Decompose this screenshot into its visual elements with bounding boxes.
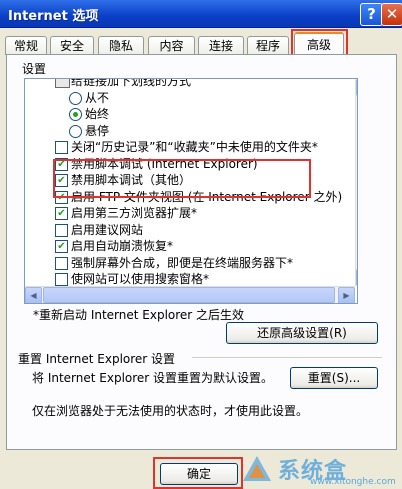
radio-option[interactable]: 从不 [25,90,355,107]
help-button[interactable]: ? [360,3,383,26]
settings-checkbox-row[interactable]: 启用建议网站 [25,222,355,239]
folder-icon [55,79,70,88]
checkbox-icon[interactable] [55,141,68,154]
group-divider [192,357,382,358]
scroll-thumb[interactable] [357,211,358,235]
brand-logo-icon [243,456,271,481]
settings-category: 给链接加下划线的方式 [25,78,355,90]
script-debug-highlight-box [53,159,311,198]
setting-label: 给链接加下划线的方式 [71,78,192,88]
tab-programs[interactable]: 程序 [247,36,289,55]
hscroll-thumb[interactable] [43,287,335,303]
window-title: Internet 选项 [8,9,99,24]
scroll-right-icon[interactable]: ▶ [338,287,355,303]
checkbox-icon[interactable]: ✔ [55,240,68,253]
checkbox-icon[interactable] [55,256,68,270]
tab-general[interactable]: 常规 [5,36,47,55]
settings-checkbox-row[interactable]: ✔ 启用第三方浏览器扩展* [25,205,355,222]
checkbox-icon[interactable] [55,273,68,286]
scroll-left-icon[interactable]: ◀ [25,287,42,303]
horizontal-scrollbar[interactable]: ◀ ▶ [25,286,355,303]
radio-option[interactable]: 始终 [25,106,355,123]
vertical-scrollbar[interactable]: ▲ ▼ [355,79,358,286]
setting-label: 强制屏幕外合成，即便是在终端服务器下* [71,255,294,270]
close-button[interactable]: ✕ [381,3,402,26]
setting-label: 启用第三方浏览器扩展* [71,206,198,220]
tab-privacy[interactable]: 隐私 [98,36,144,55]
setting-label: 始终 [85,107,110,121]
checkbox-icon[interactable] [55,223,68,237]
radio-icon[interactable] [69,124,82,138]
setting-label: 悬停 [85,123,110,138]
scroll-up-icon[interactable]: ▲ [356,79,357,96]
checkbox-icon[interactable]: ✔ [55,207,68,220]
setting-label: 启用自动崩溃恢复* [71,239,174,253]
settings-checkbox-row[interactable]: 关闭“历史记录”和“收藏夹”中未使用的文件夹* [25,139,355,156]
settings-group-label: 设置 [20,60,49,77]
setting-label: 启用建议网站 [71,222,144,237]
tab-security[interactable]: 安全 [50,36,94,55]
restore-advanced-button[interactable]: 还原高级设置(R) [226,322,378,344]
reset-group-label: 重置 Internet Explorer 设置 [18,352,176,366]
scroll-down-icon[interactable]: ▼ [356,269,357,286]
title-bar: Internet 选项 ? ✕ [0,0,402,28]
reset-button[interactable]: 重置(S)... [290,367,378,389]
radio-icon[interactable] [69,91,82,105]
restart-footnote: *重新启动 Internet Explorer 之后生效 [33,308,245,322]
reset-description: 将 Internet Explorer 设置重置为默认设置。 [32,371,274,385]
settings-checkbox-row[interactable]: 强制屏幕外合成，即便是在终端服务器下* [25,255,355,272]
setting-label: 关闭“历史记录”和“收藏夹”中未使用的文件夹* [71,140,318,154]
watermark: 系统盒 www.xitonghe.com [240,453,400,487]
tab-content[interactable]: 内容 [148,36,195,55]
reset-note: 仅在浏览器处于无法使用的状态时，才使用此设置。 [32,404,309,418]
settings-checkbox-row[interactable]: ✔ 启用自动崩溃恢复* [25,238,355,255]
setting-label: 从不 [85,90,110,105]
radio-option[interactable]: 悬停 [25,123,355,140]
tab-connections[interactable]: 连接 [198,36,244,55]
ok-highlight-box [153,457,243,489]
watermark-url: www.xitonghe.com [310,477,396,487]
radio-icon[interactable] [69,108,82,121]
